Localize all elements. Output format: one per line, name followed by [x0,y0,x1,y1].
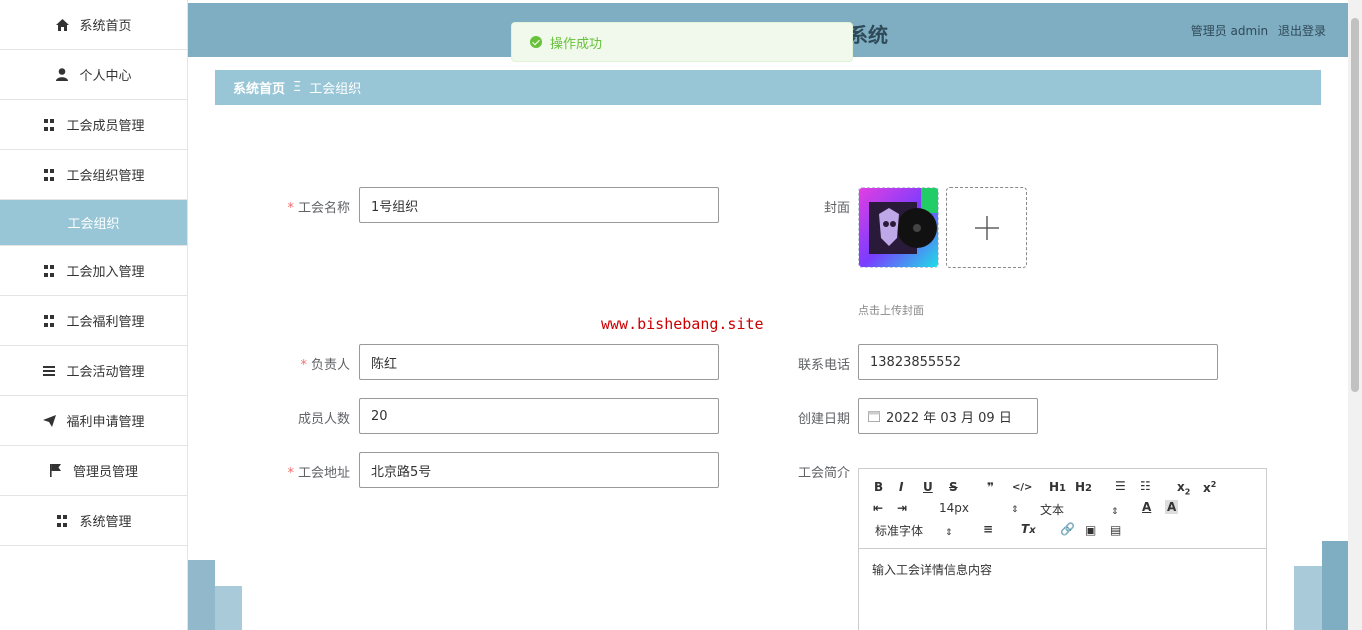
decoration [1294,566,1322,630]
phone-label: 联系电话 [797,358,850,373]
members-input[interactable]: 20 [359,398,719,434]
grid-icon [42,168,56,182]
align-button[interactable]: ≡ [983,522,993,536]
user-area: 管理员 admin 退出登录 [1185,22,1326,39]
breadcrumb-separator: Ξ [293,80,302,95]
cover-label: 封面 [823,201,850,216]
italic-button[interactable]: I [899,480,903,494]
decoration [188,560,215,630]
blockquote-button[interactable]: ❞ [987,480,994,494]
sidebar-item-label: 个人中心 [79,69,132,84]
code-button[interactable]: </> [1012,482,1032,493]
heading1-button[interactable]: H1 [1049,480,1066,494]
sidebar-item-label: 福利申请管理 [66,415,145,430]
link-icon[interactable]: 🔗 [1060,522,1075,536]
watermark: www.bishebang.site [601,315,764,333]
scrollbar-thumb[interactable] [1351,18,1359,392]
sidebar-item-label: 管理员管理 [72,465,138,480]
check-circle-icon [530,36,542,48]
calendar-icon [868,411,880,422]
breadcrumb: 系统首页 Ξ 工会组织 [215,70,1321,105]
intro-label: 工会简介 [797,466,850,481]
clear-format-button[interactable]: Tx [1021,522,1036,536]
ordered-list-button[interactable]: ☰ [1115,479,1126,493]
user-icon [55,68,69,82]
breadcrumb-current: 工会组织 [309,82,362,97]
text-type-select[interactable]: 文本 ⇕ [1040,501,1119,518]
leader-input[interactable]: 陈红 [359,344,719,380]
strike-button[interactable]: S [949,480,958,494]
success-toast: 操作成功 [511,22,853,62]
sidebar-item-home[interactable]: 系统首页 [0,0,187,50]
cover-hint: 点击上传封面 [858,304,924,317]
indent-button[interactable]: ⇥ [897,501,907,515]
font-color-button[interactable]: A [1142,500,1151,514]
font-family-select[interactable]: 标准字体 ⇕ [875,522,953,539]
date-label: 创建日期 [797,412,850,427]
underline-button[interactable]: U [923,480,933,494]
decoration [1322,541,1348,630]
send-icon [42,414,56,428]
heading2-button[interactable]: H2 [1075,480,1092,494]
subscript-button[interactable]: x2 [1177,480,1190,496]
page-title: 系统 [848,23,888,47]
sidebar-item-join[interactable]: 工会加入管理 [0,246,187,296]
sidebar-item-members[interactable]: 工会成员管理 [0,100,187,150]
font-size-select[interactable]: 14px ⇕ [939,501,1019,515]
video-icon[interactable]: ▤ [1110,523,1121,537]
logout-link[interactable]: 退出登录 [1278,24,1326,38]
bold-button[interactable]: B [874,480,883,494]
name-input[interactable]: 1号组织 [359,187,719,223]
image-icon[interactable]: ▣ [1085,523,1096,537]
date-picker[interactable]: 2022 年 03 月 09 日 [858,398,1038,434]
grid-icon [42,118,56,132]
user-label: 管理员 admin [1190,24,1269,38]
grid-icon [42,314,56,328]
sidebar-item-welfare[interactable]: 工会福利管理 [0,296,187,346]
name-label: * 工会名称 [287,201,350,216]
home-icon [55,18,69,32]
sidebar-item-applications[interactable]: 福利申请管理 [0,396,187,446]
sidebar-item-label: 系统管理 [79,515,132,530]
bullet-list-button[interactable]: ☷ [1140,479,1151,493]
outdent-button[interactable]: ⇤ [873,501,883,515]
scrollbar[interactable] [1348,0,1362,630]
toast-message: 操作成功 [550,36,603,52]
date-value: 2022 年 03 月 09 日 [886,410,1012,426]
sidebar-item-label: 工会福利管理 [66,315,145,330]
rich-text-editor: B I U S ❞ </> H1 H2 ☰ ☷ x2 x2 ⇤ ⇥ 14px ⇕ … [858,468,1267,630]
sidebar-item-label: 系统首页 [79,19,132,34]
background-color-button[interactable]: A [1165,500,1179,514]
add-cover-button[interactable] [946,187,1027,268]
grid-icon [42,264,56,278]
sidebar-item-activities[interactable]: 工会活动管理 [0,346,187,396]
sidebar-item-label: 工会成员管理 [66,119,145,134]
cover-image[interactable] [858,187,939,268]
breadcrumb-home[interactable]: 系统首页 [233,78,285,97]
sidebar-item-admins[interactable]: 管理员管理 [0,446,187,496]
list-icon [42,364,56,378]
phone-input[interactable]: 13823855552 [858,344,1218,380]
sidebar-item-label: 工会活动管理 [66,365,145,380]
flag-icon [49,464,63,478]
sidebar-item-label: 工会加入管理 [66,265,145,280]
grid-icon [55,514,69,528]
sidebar-item-org[interactable]: 工会组织 [0,200,187,246]
plus-icon [974,215,999,240]
sidebar: 系统首页 个人中心 工会成员管理 工会组织管理 工会组织 工会加入管理 工会福利… [0,0,188,630]
editor-toolbar: B I U S ❞ </> H1 H2 ☰ ☷ x2 x2 ⇤ ⇥ 14px ⇕ … [859,469,1266,549]
sidebar-item-system[interactable]: 系统管理 [0,496,187,546]
sidebar-item-label: 工会组织管理 [66,169,145,184]
address-label: * 工会地址 [287,466,350,481]
leader-label: * 负责人 [300,358,350,373]
sidebar-item-org-management[interactable]: 工会组织管理 [0,150,187,200]
members-label: 成员人数 [297,412,350,427]
editor-content[interactable]: 输入工会详情信息内容 [859,549,1266,590]
sidebar-item-profile[interactable]: 个人中心 [0,50,187,100]
decoration [215,586,242,630]
superscript-button[interactable]: x2 [1203,480,1216,495]
address-input[interactable]: 北京路5号 [359,452,719,488]
sidebar-item-label: 工会组织 [67,217,120,232]
